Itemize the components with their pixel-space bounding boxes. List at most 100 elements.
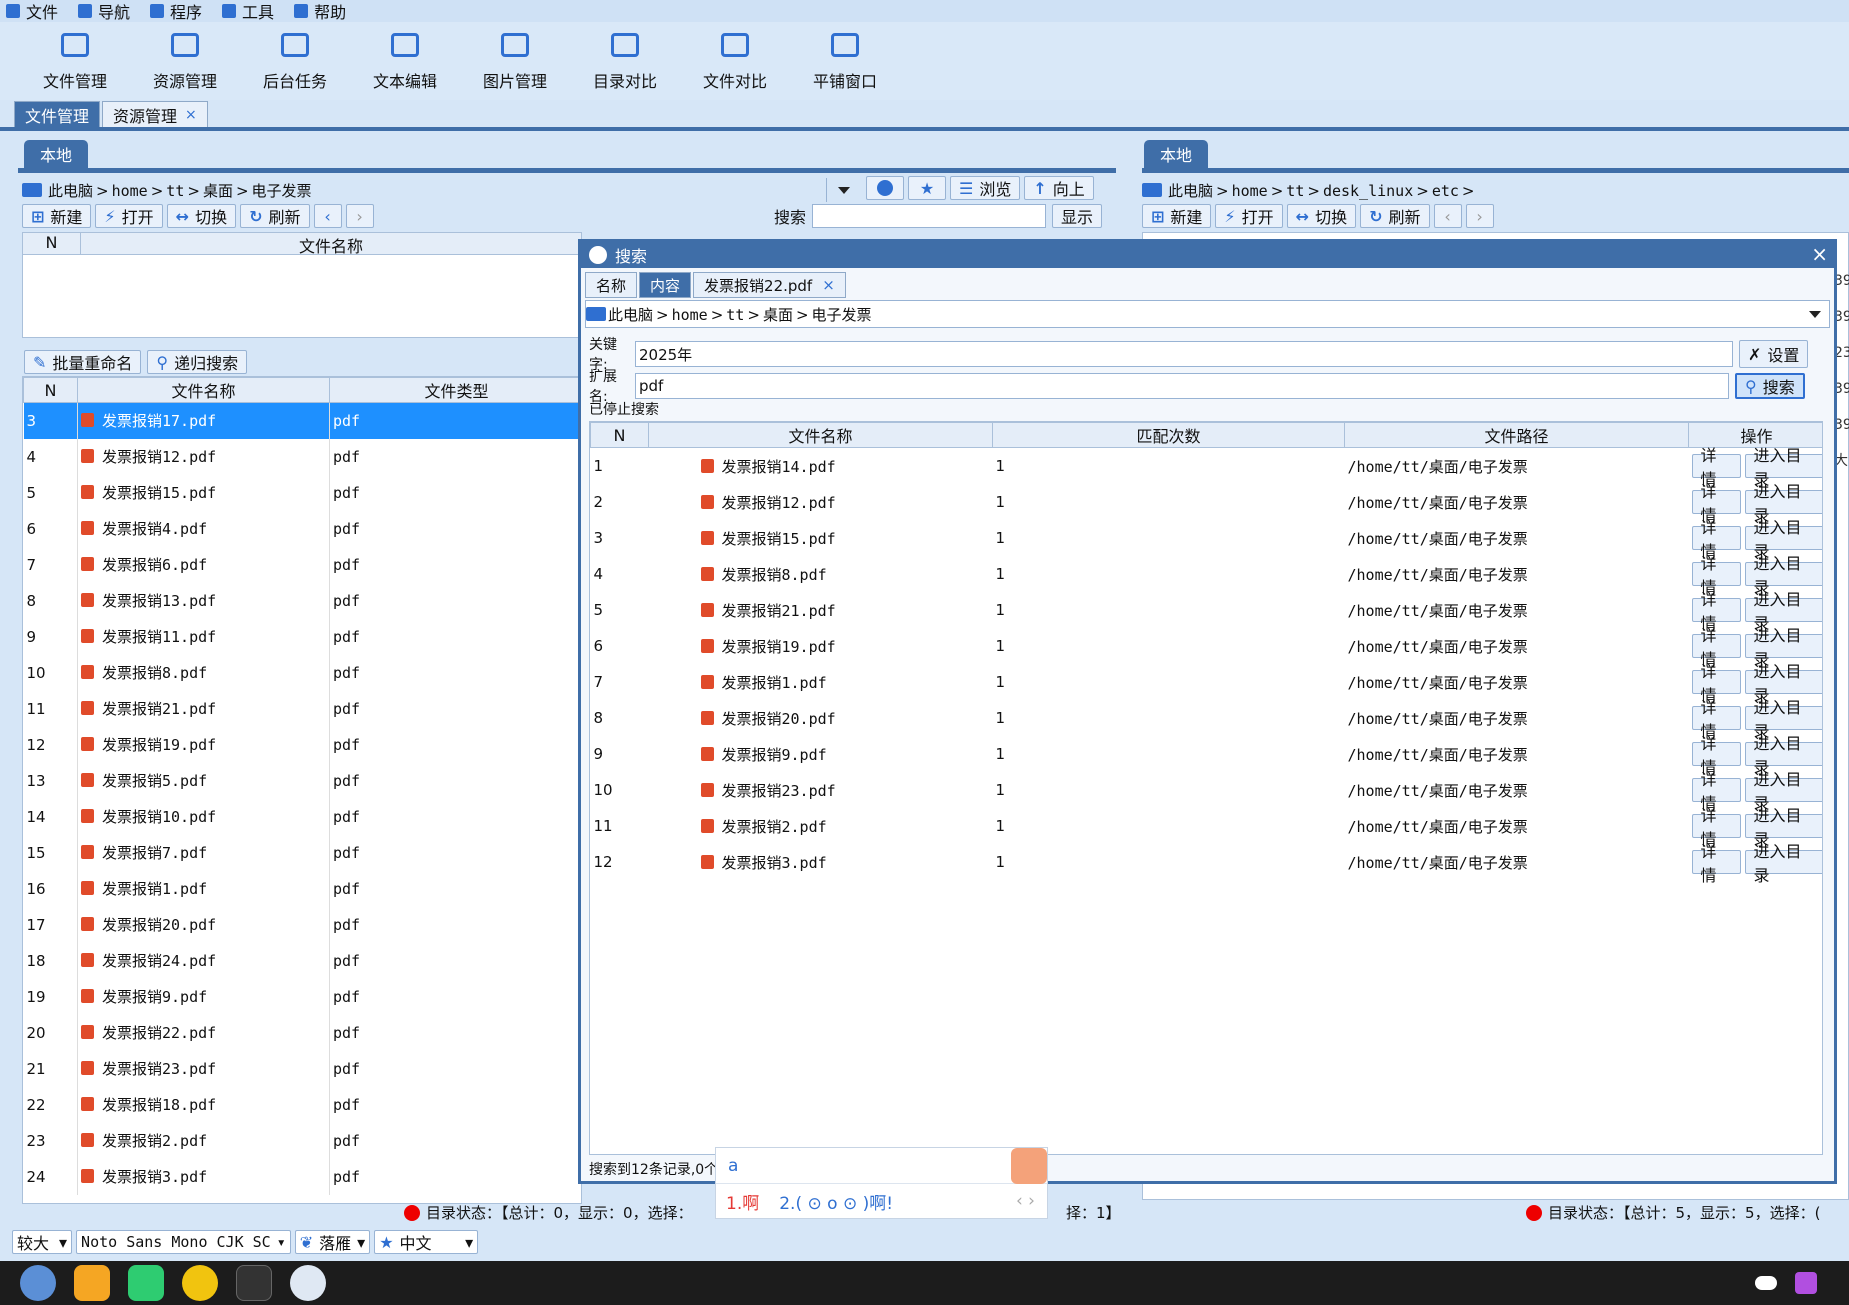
breadcrumb-segment[interactable]: tt — [166, 182, 184, 200]
table-row[interactable]: 15 发票报销7.pdf pdf — [24, 834, 581, 871]
forward-button[interactable]: › — [345, 204, 374, 228]
table-row[interactable]: 6 发票报销4.pdf pdf — [24, 510, 581, 547]
open-button[interactable]: ⚡ 打开 — [1215, 204, 1283, 228]
breadcrumb-segment[interactable]: 电子发票 — [252, 182, 312, 200]
left-breadcrumb[interactable]: 此电脑 > home > tt > 桌面 > 电子发票 — [22, 178, 842, 202]
detail-button[interactable]: 详情 — [1691, 446, 1741, 489]
enter-directory-button[interactable]: 进入目录 — [1744, 626, 1822, 669]
favorite-button[interactable]: ★ — [908, 176, 946, 200]
language-select[interactable]: ★ 中文 ▾ — [374, 1230, 479, 1254]
tab-result-file[interactable]: 发票报销22.pdf × — [693, 272, 846, 298]
enter-directory-button[interactable]: 进入目录 — [1744, 554, 1822, 597]
breadcrumb-segment[interactable]: desk_linux — [1323, 182, 1413, 200]
table-row[interactable]: 12 发票报销3.pdf 1/home/tt/桌面/电子发票 详情 进入目录 — [591, 842, 1822, 885]
cloud-tray-icon[interactable] — [1755, 1276, 1777, 1290]
detail-button[interactable]: 详情 — [1691, 554, 1741, 597]
table-row[interactable]: 8 发票报销20.pdf 1/home/tt/桌面/电子发票 详情 进入目录 — [591, 698, 1822, 741]
table-row[interactable]: 7 发票报销6.pdf pdf — [24, 546, 581, 583]
font-family-select[interactable]: Noto Sans Mono CJK SC ▾ — [76, 1230, 291, 1254]
refresh-button[interactable]: ↻ 刷新 — [1360, 204, 1430, 228]
menu-item-3[interactable]: 工具 — [222, 0, 274, 23]
toolbar-button-7[interactable]: 平铺窗口 — [790, 22, 900, 100]
enter-directory-button[interactable]: 进入目录 — [1744, 770, 1822, 813]
table-row[interactable]: 5 发票报销21.pdf 1/home/tt/桌面/电子发票 详情 进入目录 — [591, 590, 1822, 633]
table-row[interactable]: 13 发票报销5.pdf pdf — [24, 762, 581, 799]
table-row[interactable]: 10 发票报销23.pdf 1/home/tt/桌面/电子发票 详情 进入目录 — [591, 770, 1822, 813]
col-header-filetype[interactable]: 文件类型 — [329, 377, 581, 403]
enter-directory-button[interactable]: 进入目录 — [1744, 842, 1822, 885]
table-row[interactable]: 19 发票报销9.pdf pdf — [24, 978, 581, 1015]
enter-directory-button[interactable]: 进入目录 — [1744, 734, 1822, 777]
menu-item-0[interactable]: 文件 — [6, 0, 58, 23]
camera-tray-icon[interactable] — [1795, 1272, 1817, 1294]
col-header-filename[interactable]: 文件名称 — [648, 422, 993, 448]
left-local-tab[interactable]: 本地 — [24, 140, 88, 168]
browse-button[interactable]: ☰ 浏览 — [950, 176, 1021, 200]
breadcrumb-segment[interactable]: 此电脑 — [48, 182, 93, 200]
launcher-icon[interactable] — [20, 1265, 56, 1301]
table-row[interactable]: 6 发票报销19.pdf 1/home/tt/桌面/电子发票 详情 进入目录 — [591, 626, 1822, 669]
download-button[interactable] — [866, 176, 904, 200]
col-header-n[interactable]: N — [23, 233, 81, 254]
breadcrumb-segment[interactable]: home — [1232, 182, 1268, 200]
toolbar-button-0[interactable]: 文件管理 — [20, 22, 130, 100]
enter-directory-button[interactable]: 进入目录 — [1744, 518, 1822, 561]
breadcrumb-segment[interactable]: home — [672, 306, 708, 324]
dialog-breadcrumb[interactable]: 此电脑 > home > tt > 桌面 > 电子发票 — [585, 300, 1830, 328]
detail-button[interactable]: 详情 — [1691, 842, 1741, 885]
breadcrumb-segment[interactable]: 此电脑 — [608, 306, 653, 324]
ime-candidate-2[interactable]: 2.( ⊙ o ⊙ )啊! — [779, 1189, 893, 1214]
back-button[interactable]: ‹ — [313, 204, 342, 228]
toolbar-button-6[interactable]: 文件对比 — [680, 22, 790, 100]
tab-resource-manager[interactable]: 资源管理 × — [102, 101, 208, 128]
col-header-match-count[interactable]: 匹配次数 — [992, 422, 1345, 448]
enter-directory-button[interactable]: 进入目录 — [1744, 590, 1822, 633]
table-row[interactable]: 2 发票报销12.pdf 1/home/tt/桌面/电子发票 详情 进入目录 — [591, 482, 1822, 525]
switch-button[interactable]: ↔ 切换 — [1286, 204, 1357, 228]
table-row[interactable]: 9 发票报销9.pdf 1/home/tt/桌面/电子发票 详情 进入目录 — [591, 734, 1822, 777]
left-path-dropdown[interactable] — [826, 178, 860, 202]
breadcrumb-segment[interactable]: tt — [1286, 182, 1304, 200]
detail-button[interactable]: 详情 — [1691, 590, 1741, 633]
ime-page-nav[interactable]: ‹ › — [1016, 1191, 1035, 1211]
new-button[interactable]: ⊞ 新建 — [22, 204, 92, 228]
toolbar-button-2[interactable]: 后台任务 — [240, 22, 350, 100]
table-row[interactable]: 10 发票报销8.pdf pdf — [24, 654, 581, 691]
table-row[interactable]: 11 发票报销2.pdf 1/home/tt/桌面/电子发票 详情 进入目录 — [591, 806, 1822, 849]
theme-select[interactable]: ❦ 落雁 ▾ — [294, 1230, 371, 1254]
table-row[interactable]: 11 发票报销21.pdf pdf — [24, 690, 581, 727]
col-header-filename[interactable]: 文件名称 — [77, 377, 330, 403]
detail-button[interactable]: 详情 — [1691, 770, 1741, 813]
detail-button[interactable]: 详情 — [1691, 806, 1741, 849]
detail-button[interactable]: 详情 — [1691, 518, 1741, 561]
detail-button[interactable]: 详情 — [1691, 662, 1741, 705]
tab-file-manager[interactable]: 文件管理 — [14, 101, 101, 128]
toolbar-button-5[interactable]: 目录对比 — [570, 22, 680, 100]
breadcrumb-segment[interactable]: etc — [1432, 182, 1459, 200]
show-button[interactable]: 显示 — [1052, 204, 1103, 228]
back-button[interactable]: ‹ — [1433, 204, 1462, 228]
right-breadcrumb[interactable]: 此电脑 > home > tt > desk_linux > etc > — [1142, 178, 1478, 202]
enter-directory-button[interactable]: 进入目录 — [1744, 482, 1822, 525]
refresh-button[interactable]: ↻ 刷新 — [240, 204, 310, 228]
table-row[interactable]: 18 发票报销24.pdf pdf — [24, 942, 581, 979]
table-row[interactable]: 14 发票报销10.pdf pdf — [24, 798, 581, 835]
detail-button[interactable]: 详情 — [1691, 734, 1741, 777]
close-icon[interactable]: × — [185, 107, 197, 123]
extension-input[interactable]: pdf — [635, 373, 1729, 399]
switch-button[interactable]: ↔ 切换 — [166, 204, 237, 228]
breadcrumb-segment[interactable]: tt — [726, 306, 744, 324]
table-row[interactable]: 20 发票报销22.pdf pdf — [24, 1014, 581, 1051]
terminal-app-icon[interactable] — [236, 1265, 272, 1301]
right-local-tab[interactable]: 本地 — [1144, 140, 1208, 168]
table-row[interactable]: 4 发票报销12.pdf pdf — [24, 438, 581, 475]
file-manager-app-icon[interactable] — [74, 1265, 110, 1301]
menu-item-4[interactable]: 帮助 — [294, 0, 346, 23]
table-row[interactable]: 7 发票报销1.pdf 1/home/tt/桌面/电子发票 详情 进入目录 — [591, 662, 1822, 705]
toolbar-button-1[interactable]: 资源管理 — [130, 22, 240, 100]
browser-app-icon[interactable] — [182, 1265, 218, 1301]
breadcrumb-segment[interactable]: 电子发票 — [812, 306, 872, 324]
new-button[interactable]: ⊞ 新建 — [1142, 204, 1212, 228]
breadcrumb-segment[interactable]: 此电脑 — [1168, 182, 1213, 200]
table-row[interactable]: 23 发票报销2.pdf pdf — [24, 1122, 581, 1159]
